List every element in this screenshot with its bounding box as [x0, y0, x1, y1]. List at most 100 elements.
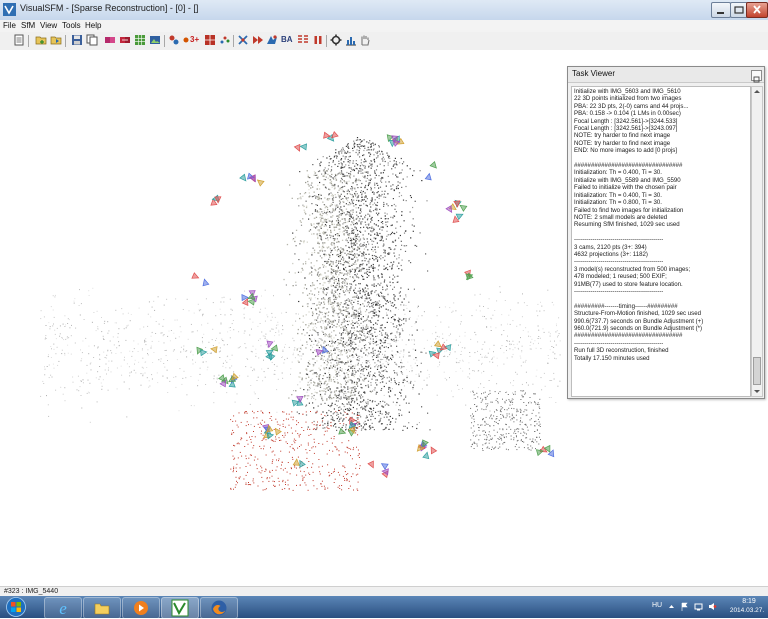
point — [362, 245, 364, 247]
point — [360, 215, 362, 217]
point — [142, 373, 144, 375]
point — [358, 220, 360, 222]
open-add-icon[interactable] — [35, 34, 47, 46]
menu-sfm[interactable]: SfM — [21, 20, 35, 32]
points-icon[interactable] — [219, 34, 231, 46]
menu-view[interactable]: View — [40, 20, 57, 32]
point — [330, 411, 332, 413]
point — [222, 362, 224, 364]
menu-help[interactable]: Help — [85, 20, 101, 32]
open-multi-icon[interactable] — [50, 34, 62, 46]
point — [535, 415, 537, 417]
point — [382, 288, 384, 291]
forward-icon[interactable] — [252, 34, 264, 46]
point — [362, 321, 364, 323]
log-icon[interactable] — [13, 34, 25, 46]
point — [101, 331, 103, 333]
point — [294, 347, 296, 349]
point — [319, 277, 321, 280]
point — [336, 241, 338, 243]
point — [420, 351, 422, 353]
point — [331, 173, 333, 176]
pause-icon[interactable] — [312, 34, 324, 46]
point — [343, 372, 345, 374]
point — [369, 210, 371, 212]
point — [183, 348, 185, 350]
point — [356, 326, 358, 328]
grid-icon[interactable] — [134, 34, 146, 46]
sfm-icon[interactable] — [168, 34, 180, 46]
point — [382, 286, 384, 288]
copy-icon[interactable] — [86, 34, 98, 46]
point — [336, 254, 338, 256]
matrix-icon[interactable] — [297, 34, 309, 46]
point — [310, 297, 312, 299]
point — [357, 296, 359, 298]
save-icon[interactable] — [71, 34, 83, 46]
gear-icon[interactable] — [330, 34, 342, 46]
xfm-icon[interactable] — [237, 34, 249, 46]
menu-tools[interactable]: Tools — [62, 20, 81, 32]
point — [334, 163, 336, 166]
point — [346, 281, 348, 284]
point — [376, 368, 379, 370]
point — [502, 429, 504, 431]
point — [332, 285, 334, 287]
point — [382, 172, 384, 174]
point — [216, 381, 217, 383]
point — [360, 200, 362, 202]
point — [371, 390, 374, 392]
point — [538, 421, 540, 423]
point — [365, 296, 367, 298]
bundle-adjust-label[interactable]: BA — [281, 35, 293, 44]
point — [311, 393, 313, 395]
minimize-button[interactable] — [711, 2, 731, 18]
point — [318, 379, 320, 381]
point — [328, 396, 330, 398]
point — [416, 423, 418, 426]
point — [368, 347, 370, 349]
match-icon[interactable] — [119, 34, 131, 46]
point — [331, 323, 333, 325]
point — [339, 391, 341, 393]
point — [335, 286, 337, 289]
pairwise-icon[interactable] — [104, 34, 116, 46]
point — [412, 348, 414, 350]
point — [297, 360, 299, 362]
point — [340, 302, 342, 304]
point — [356, 381, 358, 384]
point — [79, 289, 80, 291]
point — [172, 350, 174, 352]
point — [371, 356, 374, 358]
point — [277, 378, 279, 380]
grid-3plus-icon[interactable] — [204, 34, 216, 46]
point — [467, 376, 469, 378]
point — [319, 165, 321, 167]
three-plus-label[interactable]: 3+ — [190, 35, 199, 44]
point — [346, 230, 348, 232]
cmvs-icon[interactable] — [266, 34, 278, 46]
point — [123, 328, 125, 330]
point — [402, 318, 405, 321]
point — [414, 200, 416, 202]
point — [50, 346, 52, 347]
point — [317, 385, 319, 387]
point — [488, 447, 490, 449]
chart-icon[interactable] — [345, 34, 357, 46]
point — [355, 284, 357, 286]
point — [205, 298, 207, 300]
point — [350, 392, 352, 394]
point — [249, 334, 251, 336]
point — [470, 415, 472, 417]
image-icon[interactable] — [149, 34, 161, 46]
close-button[interactable] — [746, 2, 768, 18]
point — [127, 324, 129, 326]
point — [380, 226, 382, 228]
menu-file[interactable]: File — [3, 20, 16, 32]
point — [354, 254, 356, 256]
hand-icon[interactable] — [359, 34, 371, 46]
point — [355, 275, 357, 277]
point — [356, 294, 358, 296]
point — [382, 223, 384, 225]
point — [318, 367, 320, 369]
